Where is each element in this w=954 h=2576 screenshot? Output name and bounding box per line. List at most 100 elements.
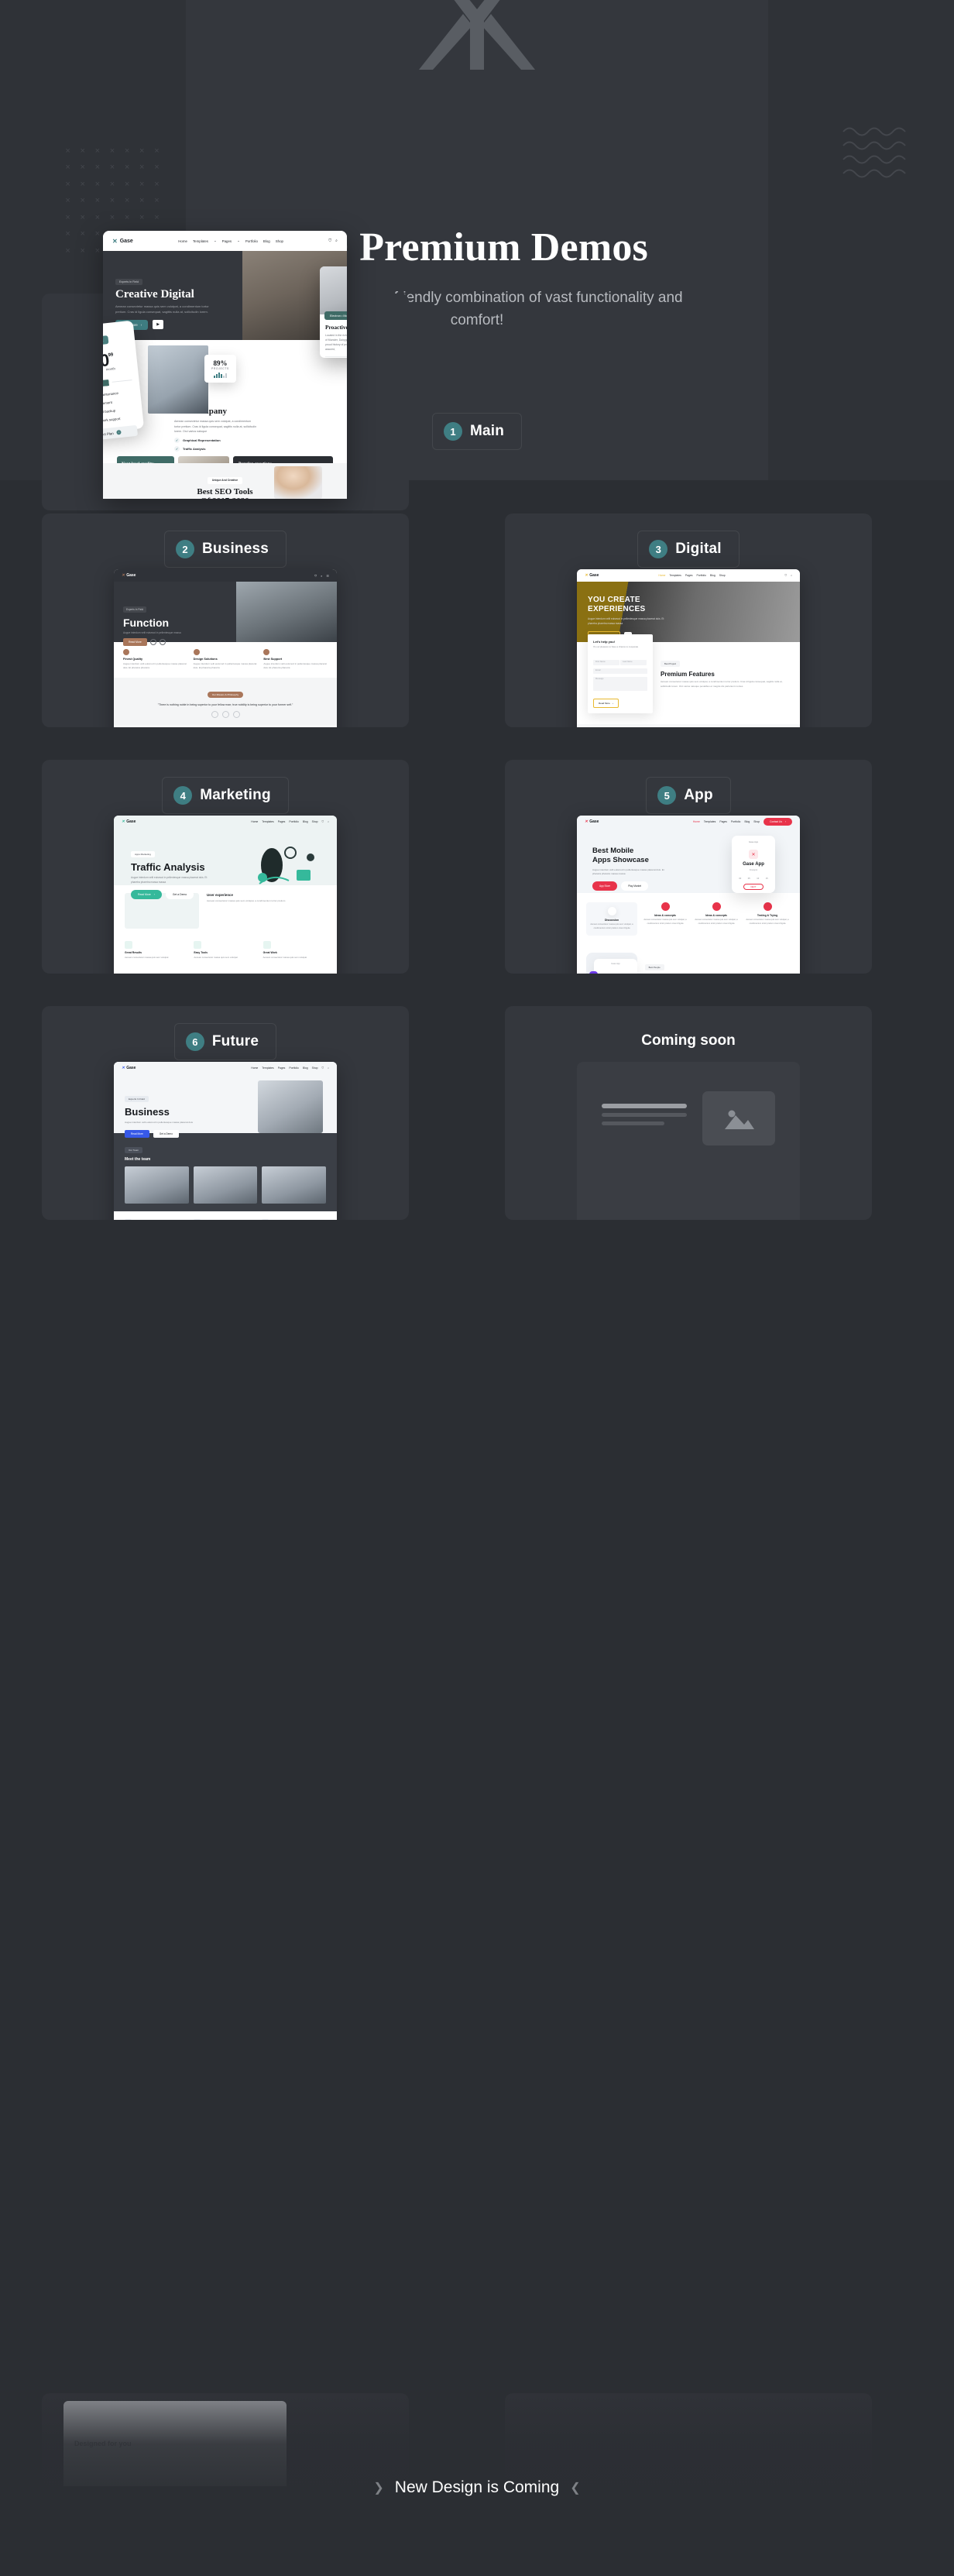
email-input[interactable]: Email — [593, 668, 647, 674]
nav-item-home[interactable]: Home — [693, 820, 700, 823]
nav-item-blog[interactable]: Blog — [303, 1066, 308, 1070]
nav-item-shop[interactable]: Shop — [276, 239, 283, 243]
nav-item-home[interactable]: Home — [658, 574, 665, 577]
nav-item-templates[interactable]: Templates — [193, 239, 208, 243]
nav-item-home[interactable]: Home — [251, 1066, 258, 1070]
site-logo[interactable]: ✕ Gase — [585, 573, 599, 578]
nav-item-portfolio[interactable]: Portfolio — [289, 1066, 298, 1070]
site-nav-menu[interactable]: Home Templates Pages Portfolio Blog Shop — [658, 574, 725, 577]
brand-name: Gase — [589, 819, 599, 824]
cart-icon[interactable]: ⛉ — [314, 574, 317, 578]
nav-item-portfolio[interactable]: Portfolio — [696, 574, 705, 577]
nav-item-portfolio[interactable]: Portfolio — [245, 239, 258, 243]
read-more-button[interactable]: Read More — [125, 1129, 149, 1138]
site-hero: Experts In Field Business Augue interdum… — [114, 1074, 337, 1138]
nav-item-blog[interactable]: Blog — [303, 820, 308, 823]
phone-next-button[interactable]: NEXT — [743, 884, 764, 890]
demo-badge-main[interactable]: 1 Main — [431, 413, 523, 450]
demo-screenshot-digital[interactable]: ✕ Gase Home Templates Pages Portfolio Blo… — [577, 569, 800, 727]
last-name-input[interactable]: Last Name — [619, 659, 647, 665]
cart-icon[interactable]: ⛉ — [328, 239, 331, 243]
contact-us-button[interactable]: Contact Us › — [764, 818, 792, 826]
menu-icon[interactable]: ☰ — [326, 574, 329, 578]
site-logo[interactable]: ✕ Gase — [112, 238, 133, 245]
demo-card-app[interactable]: 5 App ✕ Gase Home Templates Pages Portfol… — [505, 760, 872, 974]
submit-button[interactable]: Read More › — [593, 698, 619, 708]
column-text: Aenean consectetur massa quis sem volutp… — [125, 956, 169, 959]
video-icon[interactable] — [159, 639, 166, 645]
column-title: Easy Tools — [194, 951, 208, 954]
nav-item-portfolio[interactable]: Portfolio — [289, 820, 298, 823]
x-logo-icon: ✕ — [585, 573, 589, 578]
site-nav-icons[interactable]: ⛉ ⌕ — [785, 574, 792, 577]
contact-form[interactable]: Let's help you! It's our pleasure to hav… — [588, 634, 653, 713]
search-icon[interactable]: ⌕ — [791, 574, 792, 577]
demo-screenshot-app[interactable]: ✕ Gase Home Templates Pages Portfolio Blo… — [577, 816, 800, 974]
main-demo-screenshot[interactable]: ✕ Gase Home Templates ⌄ Pages ⌄ Portfoli… — [103, 231, 347, 499]
demo-badge-app[interactable]: 5 App — [646, 777, 731, 814]
nav-item-pages[interactable]: Pages — [278, 820, 286, 823]
first-name-input[interactable]: First Name — [593, 659, 619, 665]
cart-icon[interactable]: ⛉ — [322, 820, 324, 823]
site-nav-menu[interactable]: Home Templates Pages Portfolio Blog Shop… — [251, 1066, 329, 1070]
play-icon[interactable] — [149, 639, 156, 645]
site-nav-menu[interactable]: Home Templates ⌄ Pages ⌄ Portfolio Blog … — [178, 239, 283, 243]
phone-subtitle: Freespot — [749, 869, 758, 871]
cart-icon[interactable]: ⛉ — [322, 1066, 324, 1070]
site-nav-icons[interactable]: ⛉ ⌕ — [328, 239, 338, 243]
site-logo[interactable]: ✕ Gase — [122, 1066, 136, 1070]
site-nav-menu[interactable]: Home Templates Pages Portfolio Blog Shop… — [693, 818, 792, 826]
nav-item-blog[interactable]: Blog — [744, 820, 750, 823]
site-nav-icons[interactable]: ⛉ ⌕ ☰ — [314, 574, 329, 578]
nav-item-pages[interactable]: Pages — [685, 574, 693, 577]
message-input[interactable]: Message — [593, 676, 647, 691]
search-icon[interactable]: ⌕ — [328, 820, 329, 823]
demo-card-future[interactable]: 6 Future ✕ Gase Home Templates Pages Port… — [42, 1006, 409, 1220]
nav-item-shop[interactable]: Shop — [312, 1066, 318, 1070]
search-icon[interactable]: ⌕ — [335, 239, 338, 243]
search-icon[interactable]: ⌕ — [328, 1066, 329, 1070]
read-more-button[interactable]: Read More › — [131, 889, 162, 899]
nav-item-blog[interactable]: Blog — [710, 574, 716, 577]
get-demo-button[interactable]: Get a Demo — [153, 1129, 179, 1138]
nav-item-pages[interactable]: Pages — [719, 820, 727, 823]
demo-screenshot-business[interactable]: ✕ Gase ⛉ ⌕ ☰ Experts In Field Function Augu… — [114, 569, 337, 727]
video-icon[interactable]: ▶ — [153, 320, 164, 330]
demo-badge-business[interactable]: 2 Business — [163, 531, 287, 568]
nav-item-pages[interactable]: Pages — [222, 239, 232, 243]
nav-item-home[interactable]: Home — [178, 239, 187, 243]
pricing-feature-label: Asset management — [103, 400, 113, 407]
site-logo[interactable]: ✕ Gase — [585, 819, 599, 824]
nav-item-shop[interactable]: Shop — [753, 820, 760, 823]
demo-card-business[interactable]: 2 Business ✕ Gase ⛉ ⌕ ☰ Experts In Field Fu… — [42, 513, 409, 727]
nav-item-portfolio[interactable]: Portfolio — [731, 820, 740, 823]
demo-badge-marketing[interactable]: 4 Marketing — [162, 777, 289, 814]
nav-item-templates[interactable]: Templates — [669, 574, 681, 577]
nav-item-blog[interactable]: Blog — [263, 239, 270, 243]
site-logo[interactable]: ✕ Gase — [122, 819, 136, 824]
site-nav-menu[interactable]: Home Templates Pages Portfolio Blog Shop… — [251, 820, 329, 823]
demo-grid: 2 Business ✕ Gase ⛉ ⌕ ☰ Experts In Field Fu… — [42, 513, 912, 1220]
search-icon[interactable]: ⌕ — [321, 574, 322, 578]
nav-item-templates[interactable]: Templates — [704, 820, 716, 823]
demo-badge-future[interactable]: 6 Future — [173, 1023, 277, 1060]
proactive-customer-card[interactable]: Electron • Modern Proactive Customer Loc… — [320, 266, 347, 358]
demo-screenshot-future[interactable]: ✕ Gase Home Templates Pages Portfolio Blo… — [114, 1062, 337, 1220]
nav-item-templates[interactable]: Templates — [262, 820, 273, 823]
play-market-button[interactable]: Play Market — [621, 881, 649, 891]
nav-item-templates[interactable]: Templates — [262, 1066, 273, 1070]
read-more-button[interactable]: Read More — [123, 638, 147, 646]
cart-icon[interactable]: ⛉ — [785, 574, 788, 577]
nav-item-shop[interactable]: Shop — [312, 820, 318, 823]
demo-badge-digital[interactable]: 3 Digital — [637, 531, 740, 568]
nav-item-pages[interactable]: Pages — [278, 1066, 286, 1070]
demo-card-digital[interactable]: 3 Digital ✕ Gase Home Templates Pages Por… — [505, 513, 872, 727]
nav-item-home[interactable]: Home — [251, 820, 258, 823]
nav-item-shop[interactable]: Shop — [719, 574, 726, 577]
app-store-button[interactable]: App Store — [592, 881, 618, 891]
get-demo-button[interactable]: Get a Demo — [165, 889, 194, 899]
site-logo[interactable]: ✕ Gase — [122, 573, 136, 578]
demo-screenshot-marketing[interactable]: ✕ Gase Home Templates Pages Portfolio Blo… — [114, 816, 337, 974]
arrow-right-icon: › — [116, 429, 122, 435]
demo-card-marketing[interactable]: 4 Marketing ✕ Gase Home Templates Pages P… — [42, 760, 409, 974]
